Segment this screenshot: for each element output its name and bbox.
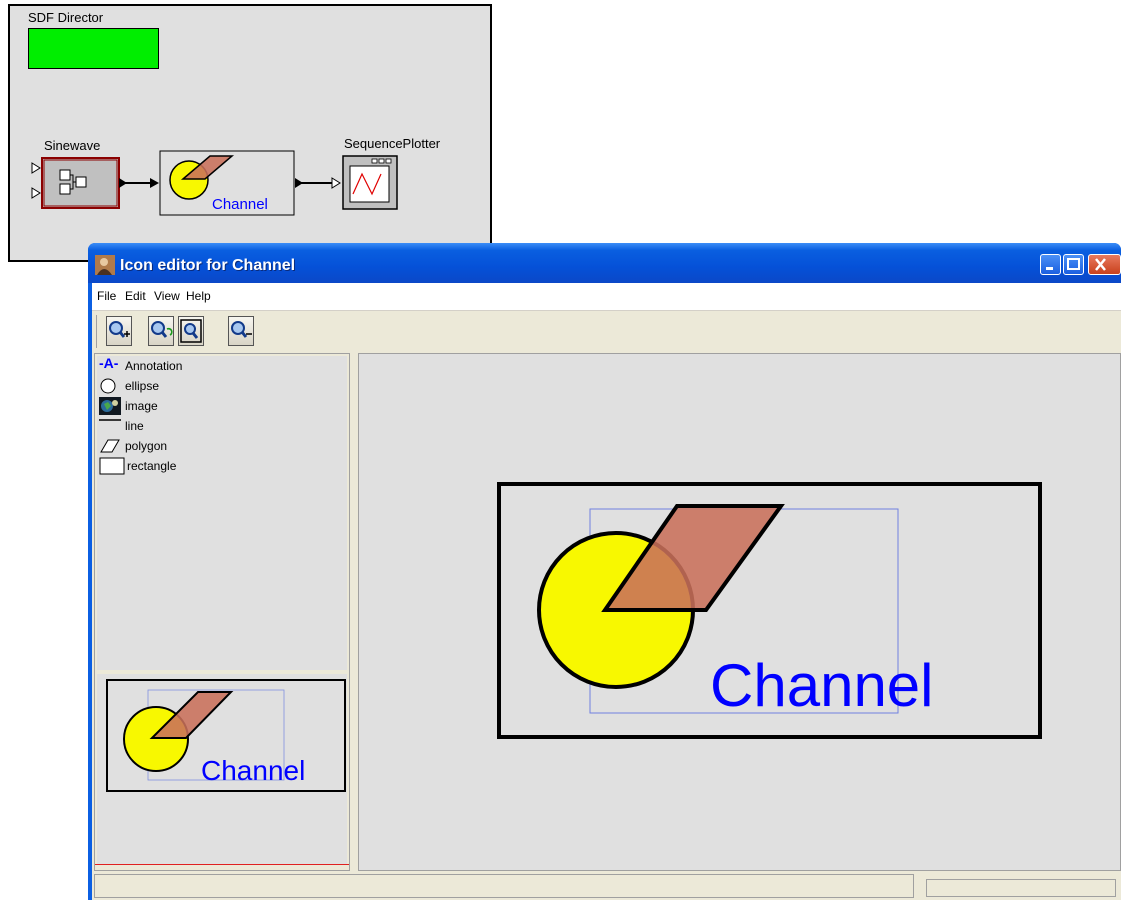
ellipse-icon [100, 378, 116, 394]
ptolemy-icon [95, 255, 115, 275]
minimize-icon [1046, 267, 1053, 270]
svg-text:Channel: Channel [212, 196, 268, 213]
zoom-fit-button[interactable] [178, 316, 204, 346]
sdf-model-canvas: SDF Director Sinewave SequencePlotter Ch… [8, 4, 492, 262]
sequenceplotter-actor[interactable] [342, 155, 398, 210]
status-message [94, 874, 914, 898]
status-progress [926, 879, 1116, 897]
window-client: File Edit View Help -A- Annotation ellip… [92, 283, 1121, 900]
channel-actor[interactable]: Channel [159, 150, 295, 216]
zoom-reset-button[interactable] [148, 316, 174, 346]
maximize-icon [1067, 258, 1080, 270]
icon-preview-drawing: Channel [106, 679, 346, 792]
shape-library: -A- Annotation ellipse image line polygo… [97, 355, 347, 670]
icon-canvas[interactable]: Channel [358, 353, 1121, 871]
divider-line [95, 864, 349, 865]
icon-drawing: Channel [497, 482, 1042, 739]
rectangle-icon [99, 457, 125, 475]
icon-editor-window: Icon editor for Channel File Edit View H… [88, 243, 1121, 900]
menu-edit[interactable]: Edit [125, 289, 146, 303]
close-button[interactable] [1088, 254, 1121, 275]
menu-help[interactable]: Help [186, 289, 211, 303]
status-bar [92, 871, 1121, 900]
line-icon [99, 419, 121, 421]
zoom-reset-icon [151, 321, 173, 338]
zoom-fit-icon [180, 319, 202, 343]
zoom-in-button[interactable] [106, 316, 132, 346]
zoom-out-icon [231, 321, 252, 338]
model-graph: Channel [31, 150, 398, 216]
toolbar [92, 311, 1121, 353]
icon-annotation-text: Channel [710, 652, 934, 719]
close-icon [1095, 258, 1106, 271]
left-pane: -A- Annotation ellipse image line polygo… [94, 353, 350, 871]
toolbar-grip [96, 315, 97, 348]
title-bar[interactable]: Icon editor for Channel [88, 243, 1121, 283]
icon-preview: Channel [97, 674, 347, 864]
polygon-icon [100, 439, 120, 453]
menu-view[interactable]: View [154, 289, 180, 303]
zoom-out-button[interactable] [228, 316, 254, 346]
sinewave-actor[interactable] [31, 157, 120, 209]
maximize-button[interactable] [1063, 254, 1084, 275]
image-icon [99, 397, 121, 415]
window-title: Icon editor for Channel [120, 257, 296, 274]
menu-bar: File Edit View Help [92, 283, 1121, 311]
menu-file[interactable]: File [97, 289, 116, 303]
zoom-in-icon [109, 321, 130, 338]
annotation-icon: -A- [99, 355, 119, 371]
minimize-button[interactable] [1040, 254, 1061, 275]
svg-text:Channel: Channel [201, 755, 305, 786]
